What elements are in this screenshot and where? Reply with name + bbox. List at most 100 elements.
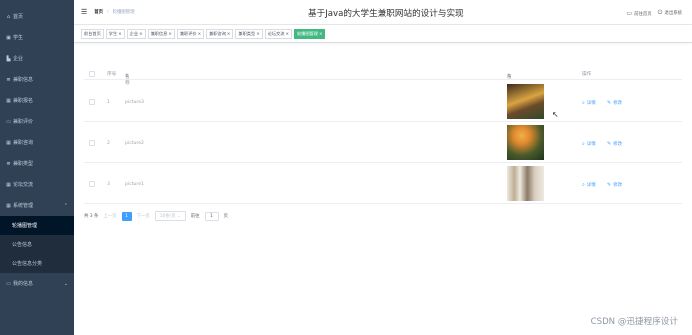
sidebar-subitem-notice[interactable]: 公告信息 xyxy=(0,235,74,254)
sidebar-item-job-info[interactable]: ≣ 兼职信息 xyxy=(0,69,74,90)
top-header: ☰ 首页 / 轮播图管理 基于Java的大学生兼职网站的设计与实现 ▭ 前往首页 … xyxy=(74,0,692,25)
sidebar-item-label: 兼职咨询 xyxy=(13,140,34,146)
sidebar-item-job-type[interactable]: ≣ 兼职类型 xyxy=(0,153,74,174)
tag-forum[interactable]: 论坛交流× xyxy=(264,29,292,39)
sidebar-item-job-review[interactable]: ▭ 兼职评价 xyxy=(0,111,74,132)
sidebar-subitem-notice-category[interactable]: 公告信息分类 xyxy=(0,254,74,273)
hamburger-icon[interactable]: ☰ xyxy=(81,8,87,16)
goto-label: 前往 xyxy=(190,214,200,219)
edit-button-label: 修改 xyxy=(613,101,622,106)
tag-carousel[interactable]: 轮播图管理× xyxy=(293,29,326,39)
breadcrumb-separator: / xyxy=(107,9,109,15)
edit-icon: ✎ xyxy=(607,141,612,147)
row-thumbnail[interactable] xyxy=(507,84,544,119)
detail-button[interactable]: ⌕ 详情 xyxy=(582,100,596,106)
row-index: 3 xyxy=(107,182,110,187)
building-icon: ▙ xyxy=(6,55,11,62)
page-suffix-label: 页 xyxy=(223,214,228,219)
sidebar-item-my-info[interactable]: ▭ 我的信息 ⌄ xyxy=(0,273,74,294)
column-header-index: 序号 xyxy=(107,72,117,77)
chevron-down-icon: ⌄ xyxy=(177,214,181,219)
tag-label: 企业 xyxy=(129,31,139,36)
frontend-link[interactable]: ▭ 前往首页 xyxy=(626,10,651,17)
tag-student[interactable]: 学生× xyxy=(105,29,125,39)
row-name: picture2 xyxy=(125,141,144,146)
page-size-value: 10条/页 xyxy=(159,214,176,219)
page-size-select[interactable]: 10条/页 ⌄ xyxy=(154,211,186,221)
close-icon[interactable]: × xyxy=(227,31,231,36)
close-icon[interactable]: × xyxy=(139,31,143,36)
table-row: 1 picture3 ⌕ 详情 ✎ 修改 xyxy=(84,81,682,122)
edit-button[interactable]: ✎ 修改 xyxy=(607,100,622,106)
goto-page-input[interactable]: 1 xyxy=(204,211,219,221)
sidebar-item-label: 系统管理 xyxy=(13,203,34,209)
row-checkbox[interactable] xyxy=(89,99,95,105)
logout-link-label: 退出系统 xyxy=(664,11,682,16)
row-thumbnail[interactable] xyxy=(507,125,544,160)
mouse-cursor-icon: ↖ xyxy=(552,110,559,119)
sidebar-item-home[interactable]: ⌂ 首页 xyxy=(0,6,74,27)
tag-company[interactable]: 企业× xyxy=(126,29,146,39)
row-thumbnail[interactable] xyxy=(507,166,544,201)
edit-icon: ✎ xyxy=(607,100,612,106)
sidebar: ⌂ 首页 ▣ 学生 ▙ 企业 ≣ 兼职信息 ▦ 兼职报名 ▭ 兼职评价 ▦ 兼职咨询 ≣ 兼职类… xyxy=(0,0,74,335)
list-icon: ≣ xyxy=(6,160,11,167)
sidebar-item-label: 首页 xyxy=(13,14,24,20)
tag-label: 兼职信息 xyxy=(150,31,168,36)
row-index: 2 xyxy=(107,141,110,146)
tag-front-home[interactable]: 前台首页 xyxy=(81,29,104,39)
search-icon: ⌕ xyxy=(582,141,585,147)
sidebar-item-label: 学生 xyxy=(13,35,24,41)
sort-icon[interactable]: ⇅ xyxy=(125,74,129,79)
close-icon[interactable]: × xyxy=(118,31,122,36)
tag-job-info[interactable]: 兼职信息× xyxy=(147,29,175,39)
row-checkbox[interactable] xyxy=(89,140,95,146)
sidebar-item-forum[interactable]: ▦ 论坛交流 xyxy=(0,174,74,195)
tag-job-review[interactable]: 兼职评价× xyxy=(176,29,205,39)
page-number-button[interactable]: 1 xyxy=(121,211,132,221)
sidebar-subitem-carousel[interactable]: 轮播图管理 xyxy=(0,216,74,235)
breadcrumb-home[interactable]: 首页 xyxy=(94,9,103,15)
row-checkbox[interactable] xyxy=(89,181,95,187)
sidebar-item-system[interactable]: ▦ 系统管理 ⌃ xyxy=(0,195,74,216)
detail-button-label: 详情 xyxy=(586,183,596,188)
sidebar-item-student[interactable]: ▣ 学生 xyxy=(0,27,74,48)
edit-button[interactable]: ✎ 修改 xyxy=(607,182,622,188)
close-icon[interactable]: × xyxy=(256,31,260,36)
close-icon[interactable]: × xyxy=(198,31,202,36)
site-title: 基于Java的大学生兼职网站的设计与实现 xyxy=(308,9,464,19)
detail-button[interactable]: ⌕ 详情 xyxy=(582,182,596,188)
grid-icon: ▦ xyxy=(6,97,11,104)
sidebar-item-company[interactable]: ▙ 企业 xyxy=(0,48,74,69)
sidebar-item-label: 企业 xyxy=(13,56,24,62)
frontend-link-label: 前往首页 xyxy=(634,11,652,17)
next-page-button[interactable]: 下一页 xyxy=(137,213,150,219)
select-all-checkbox[interactable] xyxy=(89,71,95,77)
pagination-total: 共 3 条 xyxy=(84,214,99,219)
tags-view: 前台首页 学生× 企业× 兼职信息× 兼职评价× 兼职咨询× 兼职类型× 论坛交… xyxy=(74,26,692,43)
detail-button[interactable]: ⌕ 详情 xyxy=(582,141,596,147)
close-icon[interactable]: × xyxy=(285,31,289,36)
tag-label: 学生 xyxy=(108,31,118,36)
prev-page-button[interactable]: 上一页 xyxy=(103,213,116,219)
row-name: picture3 xyxy=(125,100,144,105)
edit-button[interactable]: ✎ 修改 xyxy=(607,141,622,147)
user-icon: ▣ xyxy=(6,34,11,41)
tag-job-consult[interactable]: 兼职咨询× xyxy=(206,29,234,39)
grid-icon: ▦ xyxy=(6,181,11,188)
monitor-icon: ▭ xyxy=(626,9,633,17)
monitor-icon: ▭ xyxy=(6,280,11,287)
list-icon: ≣ xyxy=(6,76,11,83)
chevron-down-icon: ⌄ xyxy=(63,280,68,287)
sort-icon[interactable]: ⇅ xyxy=(507,74,511,79)
sidebar-item-job-signup[interactable]: ▦ 兼职报名 xyxy=(0,90,74,111)
close-icon[interactable]: × xyxy=(319,31,323,36)
sidebar-item-job-consult[interactable]: ▦ 兼职咨询 xyxy=(0,132,74,153)
tag-job-type[interactable]: 兼职类型× xyxy=(235,29,263,39)
close-icon[interactable]: × xyxy=(168,31,172,36)
logout-link[interactable]: ⏻ 退出系统 xyxy=(658,9,682,17)
tag-label: 兼职类型 xyxy=(238,31,256,36)
tag-label: 前台首页 xyxy=(84,31,101,36)
tag-label: 兼职咨询 xyxy=(209,31,226,36)
sidebar-submenu: 轮播图管理 公告信息 公告信息分类 xyxy=(0,216,74,273)
